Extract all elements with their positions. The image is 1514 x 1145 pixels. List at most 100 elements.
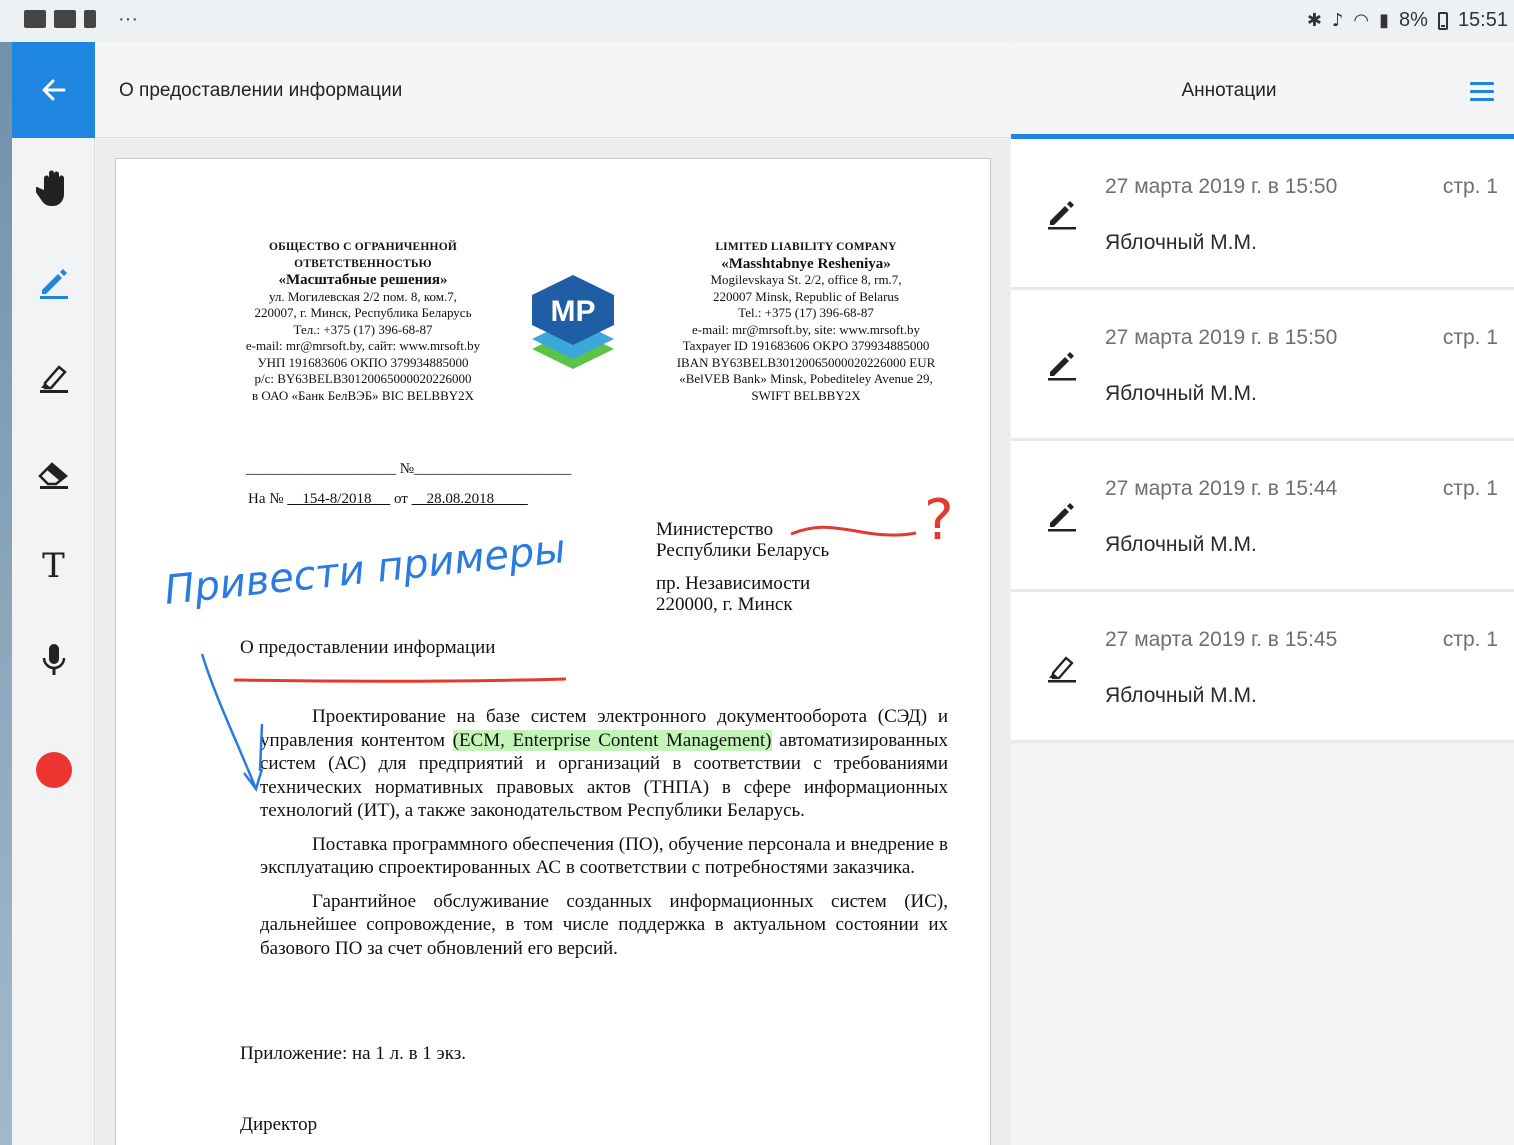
voice-tool[interactable]: [12, 630, 95, 690]
menu-icon[interactable]: [1470, 82, 1494, 106]
annotation-author: Яблочный М.М.: [1105, 684, 1257, 707]
clipboard-icon: [84, 10, 96, 28]
letterhead-right: LIMITED LIABILITY COMPANY «Masshtabnye R…: [656, 239, 956, 404]
letterhead-line: УНП 191683606 ОКПО 379934885000: [257, 354, 469, 370]
clock: 15:51: [1457, 9, 1508, 31]
letterhead-left: ОБЩЕСТВО С ОГРАНИЧЕННОЙ ОТВЕТСТВЕННОСТЬЮ…: [228, 239, 498, 404]
letterhead-line: Tel.: +375 (17) 396-68-87: [738, 305, 874, 320]
text-tool[interactable]: T: [12, 536, 95, 596]
wifi-icon: ◠: [1353, 10, 1370, 31]
letter-subject: О предоставлении информации: [240, 637, 496, 658]
letterhead-line: Тел.: +375 (17) 396-68-87: [293, 321, 433, 337]
pencil-icon: [1048, 352, 1076, 381]
eraser-tool[interactable]: [12, 442, 95, 502]
highlighter-icon: [1048, 656, 1076, 683]
company-name-ru: «Масштабные решения»: [278, 272, 448, 288]
highlight-annotation[interactable]: (ECM, Enterprise Content Management): [452, 729, 772, 751]
document-page: ОБЩЕСТВО С ОГРАНИЧЕННОЙ ОТВЕТСТВЕННОСТЬЮ…: [115, 158, 991, 1145]
letterhead-line: Taxpayer ID 191683606 OKPO 379934885000: [682, 338, 930, 353]
letterhead-line: Mogilevskaya St. 2/2, office 8, rm.7,: [710, 272, 902, 287]
app-window: О предоставлении информации T ОБЩЕСТВО С…: [12, 42, 1514, 1145]
letterhead-line: ул. Могилевская 2/2 пом. 8, ком.7,: [268, 288, 458, 304]
annotation-page: стр. 1: [1442, 628, 1498, 651]
color-dot: [35, 752, 72, 788]
document-viewport[interactable]: ОБЩЕСТВО С ОГРАНИЧЕННОЙ ОТВЕТСТВЕННОСТЬЮ…: [96, 139, 1010, 1145]
company-name-en: «Masshtabnye Resheniya»: [721, 255, 891, 272]
annotation-date: 27 марта 2019 г. в 15:45: [1105, 628, 1338, 651]
annotation-item[interactable]: 27 марта 2019 г. в 15:50 стр. 1 Яблочный…: [1011, 139, 1514, 290]
ink-arrow[interactable]: [200, 653, 258, 790]
annotation-page: стр. 1: [1442, 326, 1498, 349]
document-title: О предоставлении информации: [119, 80, 403, 101]
text-icon: T: [42, 546, 65, 586]
hand-tool[interactable]: [12, 158, 95, 218]
annotation-author: Яблочный М.М.: [1105, 231, 1257, 254]
overflow-indicator: ···: [118, 8, 138, 30]
paragraph: Проектирование на базе систем электронно…: [260, 706, 948, 821]
recipient-line: Министерство: [656, 519, 774, 540]
pencil-icon: [39, 269, 68, 299]
annotation-toolbar: T: [12, 138, 95, 1145]
highlighter-icon: [39, 365, 68, 393]
ref-prefix: На №: [248, 491, 284, 507]
pencil-icon: [1048, 503, 1076, 532]
recipient-line: пр. Независимости: [656, 573, 811, 594]
annotation-item[interactable]: 27 марта 2019 г. в 15:50 стр. 1 Яблочный…: [1011, 290, 1514, 441]
gallery-icon: [24, 10, 46, 28]
letterhead-line: 220007 Minsk, Republic of Belarus: [713, 288, 899, 304]
letterhead-line: р/с: BY63BELB30120065000020226000: [254, 371, 472, 386]
ref-number: 154-8/2018: [302, 491, 372, 507]
annotation-list: 27 марта 2019 г. в 15:50 стр. 1 Яблочный…: [1011, 139, 1514, 743]
annotation-item[interactable]: 27 марта 2019 г. в 15:45 стр. 1 Яблочный…: [1011, 592, 1514, 743]
company-type-en: LIMITED LIABILITY COMPANY: [715, 241, 897, 253]
letter-body: Проектирование на базе систем электронно…: [260, 705, 948, 970]
status-bar: ··· ✱ ♪ ◠ ▮ 8% 15:51: [0, 0, 1514, 42]
signature-title: Директор: [240, 1114, 318, 1135]
paragraph: Поставка программного обеспечения (ПО), …: [260, 833, 948, 879]
letterhead-line: e-mail: mr@mrsoft.by, site: www.mrsoft.b…: [691, 321, 920, 337]
letterhead-line: в ОАО «Банк БелВЭБ» BIC BELBBY2X: [251, 387, 475, 403]
back-button[interactable]: [12, 42, 95, 138]
paragraph: Гарантийное обслуживание созданных инфор…: [260, 890, 948, 959]
annotation-date: 27 марта 2019 г. в 15:50: [1105, 326, 1338, 349]
recipient-line: 220000, г. Минск: [656, 594, 793, 615]
mute-icon: ♪: [1331, 10, 1344, 31]
company-type-ru: ОБЩЕСТВО С ОГРАНИЧЕННОЙ ОТВЕТСТВЕННОСТЬЮ: [269, 241, 457, 270]
document-header: О предоставлении информации: [95, 42, 1010, 138]
battery-icon: [1437, 11, 1448, 30]
recipient-block: Министерство Республики Беларусь пр. Нез…: [656, 519, 829, 615]
battery-percent: 8%: [1399, 9, 1428, 31]
eraser-icon: [37, 462, 68, 489]
mail-icon: [54, 10, 76, 28]
hand-icon: [35, 170, 64, 206]
annotation-date: 27 марта 2019 г. в 15:50: [1105, 175, 1338, 198]
ref-date: 28.08.2018: [426, 491, 495, 507]
bluetooth-icon: ✱: [1306, 10, 1322, 31]
pencil-tool[interactable]: [12, 252, 95, 312]
registration-line: ____________________ №__________________…: [246, 461, 572, 477]
logo-text: MP: [551, 295, 596, 328]
microphone-icon: [42, 644, 65, 675]
reference-line: На № 154-8/2018 от 28.08.2018: [248, 491, 528, 508]
annotations-title: Аннотации: [1181, 80, 1277, 101]
handwritten-note[interactable]: Привести примеры: [162, 526, 568, 614]
letterhead-line: SWIFT BELBBY2X: [751, 387, 861, 403]
letterhead-line: IBAN BY63BELB30120065000020226000 EUR: [676, 354, 936, 370]
signal-icon: ▮: [1379, 10, 1390, 31]
highlighter-tool[interactable]: [12, 346, 95, 406]
attachment-line: Приложение: на 1 л. в 1 экз.: [240, 1043, 466, 1064]
annotation-item[interactable]: 27 марта 2019 г. в 15:44 стр. 1 Яблочный…: [1011, 441, 1514, 592]
back-arrow-icon: [42, 79, 65, 101]
letterhead-line: e-mail: mr@mrsoft.by, сайт: www.mrsoft.b…: [245, 338, 481, 353]
annotations-header: Аннотации: [1011, 42, 1514, 134]
pencil-icon: [1048, 201, 1076, 230]
ink-underline[interactable]: [233, 677, 567, 683]
annotation-author: Яблочный М.М.: [1105, 533, 1257, 556]
color-picker[interactable]: [12, 740, 95, 800]
annotations-panel: Аннотации 27 марта 2019 г. в 15:50 стр. …: [1011, 42, 1514, 1145]
recipient-line: Республики Беларусь: [656, 540, 830, 561]
company-logo: MP: [532, 275, 614, 369]
ink-question-mark[interactable]: ?: [924, 488, 954, 553]
annotation-page: стр. 1: [1442, 477, 1498, 500]
annotation-author: Яблочный М.М.: [1105, 382, 1257, 405]
